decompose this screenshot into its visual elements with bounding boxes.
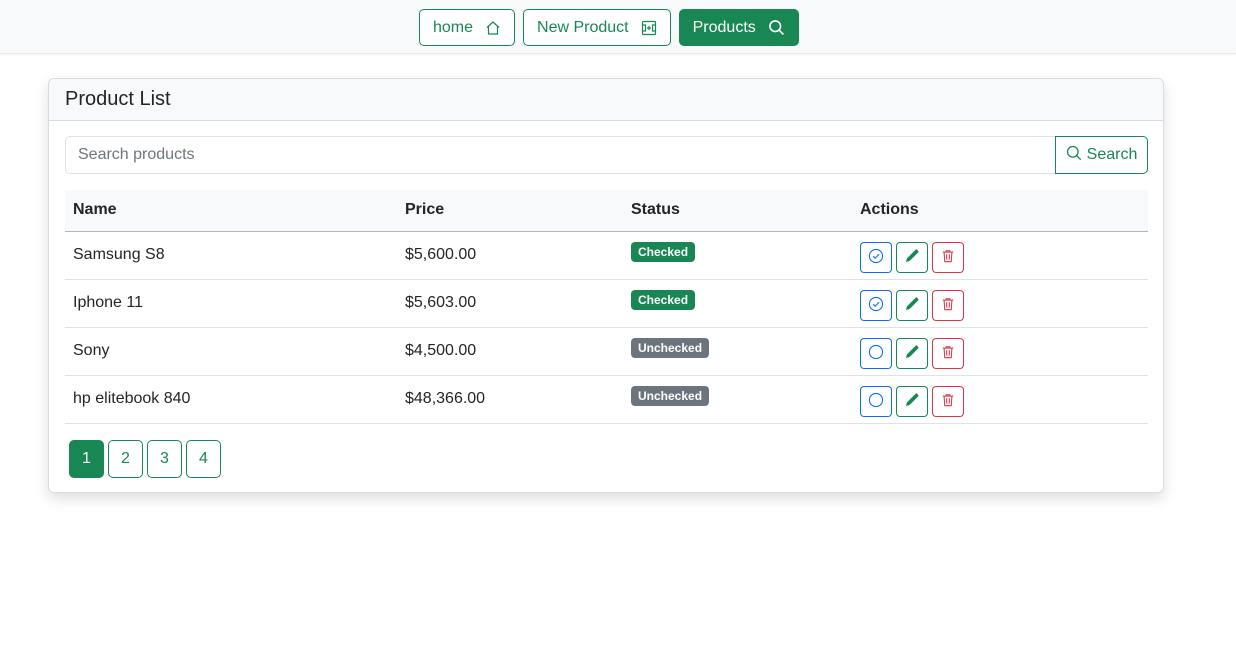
nav-home-button[interactable]: home: [419, 9, 516, 46]
table-row: Iphone 11 $5,603.00 Checked: [65, 279, 1148, 327]
pencil-icon: [905, 392, 919, 410]
circle-icon: [868, 392, 884, 411]
card-title: Product List: [65, 88, 171, 110]
trash-icon: [941, 393, 955, 410]
row-actions: [860, 385, 1140, 417]
nav-products-label: Products: [692, 18, 756, 36]
nav-new-product-button[interactable]: New Product: [523, 9, 671, 46]
nav-group: home New Product Products: [419, 9, 799, 46]
circle-icon: [868, 344, 884, 363]
search-bar: Search: [65, 136, 1148, 174]
page-button-4[interactable]: 4: [186, 440, 221, 478]
search-icon: [768, 19, 785, 36]
product-list-card: Product List Search Name Price Status Ac…: [48, 78, 1164, 493]
status-badge: Unchecked: [631, 386, 710, 406]
edit-button[interactable]: [896, 337, 928, 369]
product-table: Name Price Status Actions Samsung S8 $5,…: [65, 190, 1148, 424]
page-button-2[interactable]: 2: [108, 440, 143, 478]
product-name: Samsung S8: [73, 246, 165, 263]
row-actions: [860, 337, 1140, 369]
toggle-check-button[interactable]: [860, 241, 892, 273]
delete-button[interactable]: [932, 289, 964, 321]
product-price: $48,366.00: [405, 390, 486, 407]
trash-icon: [941, 249, 955, 266]
table-header-row: Name Price Status Actions: [65, 190, 1148, 231]
edit-button[interactable]: [896, 241, 928, 273]
trash-icon: [941, 345, 955, 362]
check-circle-icon: [868, 248, 884, 267]
row-actions: [860, 241, 1140, 273]
search-input[interactable]: [65, 136, 1055, 174]
toggle-check-button[interactable]: [860, 385, 892, 417]
toggle-check-button[interactable]: [860, 289, 892, 321]
pencil-icon: [905, 248, 919, 266]
delete-button[interactable]: [932, 385, 964, 417]
house-icon: [485, 20, 501, 36]
nav-new-product-label: New Product: [537, 18, 629, 36]
table-row: hp elitebook 840 $48,366.00 Unchecked: [65, 375, 1148, 423]
delete-button[interactable]: [932, 337, 964, 369]
edit-button[interactable]: [896, 289, 928, 321]
header-status: Status: [631, 201, 680, 219]
row-actions: [860, 289, 1140, 321]
page-button-1[interactable]: 1: [69, 440, 104, 478]
pagination: 1 2 3 4: [69, 440, 221, 478]
card-body: Search Name Price Status Actions Samsung…: [49, 121, 1163, 492]
nav-home-label: home: [433, 18, 474, 36]
status-badge: Checked: [631, 290, 696, 310]
product-name: Iphone 11: [73, 294, 143, 311]
header-price: Price: [405, 201, 445, 219]
header-name: Name: [73, 201, 117, 219]
top-navbar: home New Product Products: [0, 0, 1236, 54]
check-circle-icon: [868, 296, 884, 315]
status-badge: Checked: [631, 242, 696, 262]
pencil-icon: [905, 344, 919, 362]
edit-button[interactable]: [896, 385, 928, 417]
card-header: Product List: [49, 79, 1163, 121]
table-row: Sony $4,500.00 Unchecked: [65, 327, 1148, 375]
product-name: Sony: [73, 342, 110, 359]
product-price: $5,600.00: [405, 246, 477, 263]
header-actions: Actions: [860, 201, 919, 219]
search-icon: [1066, 145, 1082, 166]
add-box-icon: [641, 20, 657, 36]
search-button-label: Search: [1086, 146, 1138, 163]
search-button[interactable]: Search: [1055, 136, 1148, 174]
product-price: $5,603.00: [405, 294, 477, 311]
product-name: hp elitebook 840: [73, 390, 191, 407]
page-button-3[interactable]: 3: [147, 440, 182, 478]
toggle-check-button[interactable]: [860, 337, 892, 369]
trash-icon: [941, 297, 955, 314]
pencil-icon: [905, 296, 919, 314]
product-price: $4,500.00: [405, 342, 477, 359]
table-row: Samsung S8 $5,600.00 Checked: [65, 231, 1148, 279]
nav-products-button[interactable]: Products: [678, 9, 799, 46]
status-badge: Unchecked: [631, 338, 710, 358]
delete-button[interactable]: [932, 241, 964, 273]
